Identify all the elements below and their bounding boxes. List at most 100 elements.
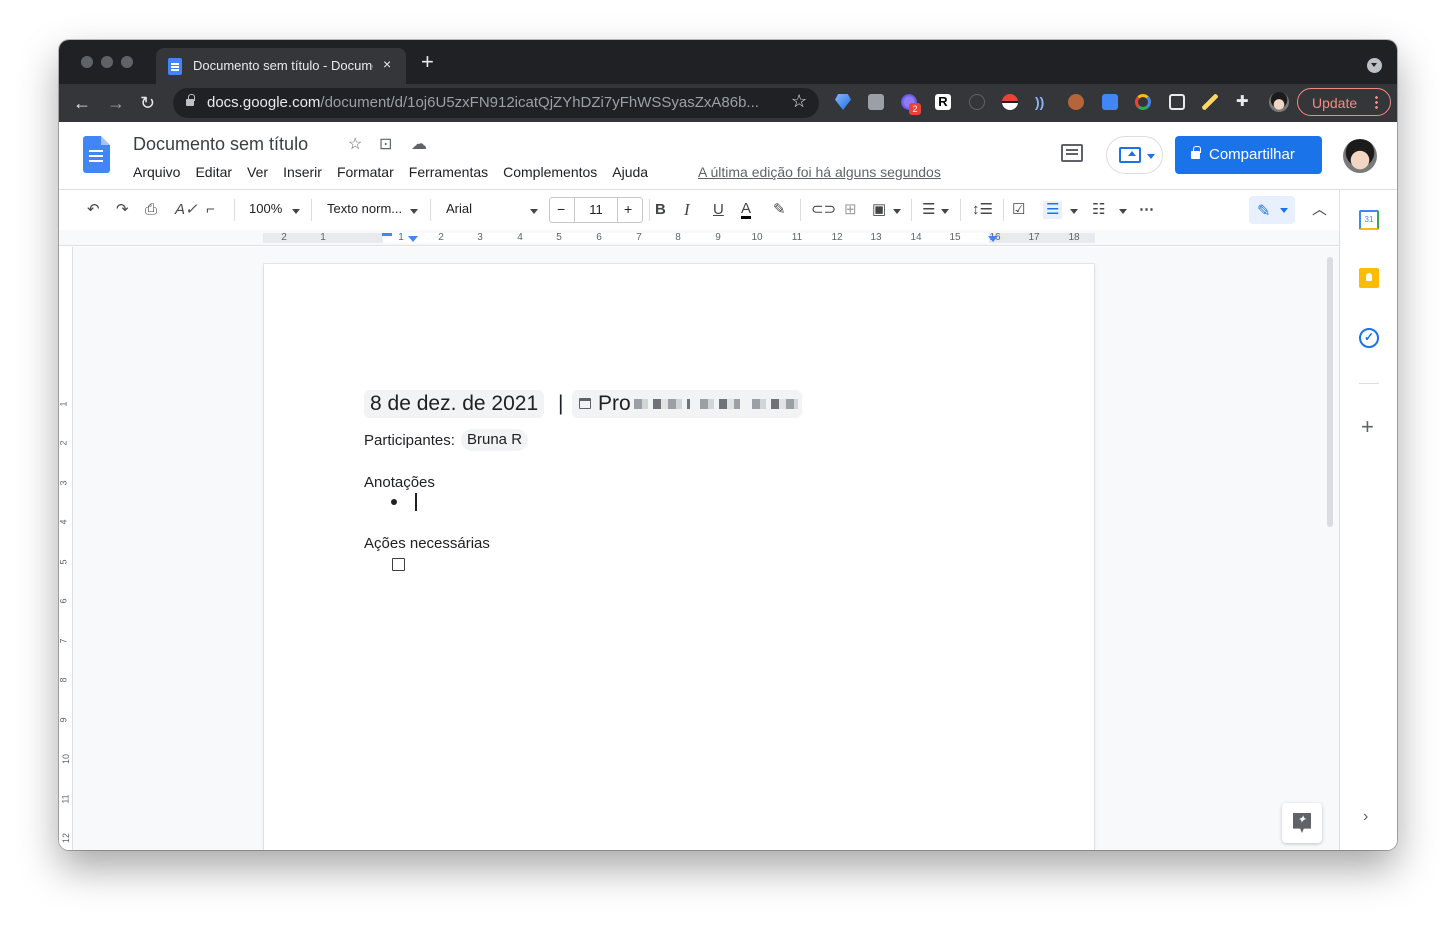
- menu-arquivo[interactable]: Arquivo: [133, 164, 180, 180]
- browser-window: Documento sem título - Documentos Google…: [59, 40, 1397, 850]
- document-title[interactable]: Documento sem título: [133, 134, 308, 155]
- date-chip[interactable]: 8 de dez. de 2021: [364, 390, 545, 418]
- vruler-number: 9: [59, 717, 69, 723]
- more-options-icon[interactable]: ⋯: [1139, 201, 1154, 219]
- collapse-menus-icon[interactable]: ︿: [1312, 201, 1327, 219]
- color-extension-icon[interactable]: [1135, 94, 1151, 110]
- new-tab-button[interactable]: +: [421, 51, 434, 73]
- align-left-icon[interactable]: ☰: [922, 201, 935, 219]
- participants-label: Participantes:: [364, 432, 455, 449]
- menu-inserir[interactable]: Inserir: [283, 164, 322, 180]
- increase-font-button[interactable]: +: [624, 201, 632, 217]
- share-button[interactable]: Compartilhar: [1175, 136, 1322, 174]
- more-vertical-icon[interactable]: [1375, 95, 1378, 110]
- info-extension-icon[interactable]: [969, 94, 985, 110]
- person-chip[interactable]: Bruna R: [461, 429, 529, 451]
- checklist-checkbox[interactable]: [392, 558, 405, 571]
- add-comment-icon[interactable]: ⊞: [844, 201, 857, 219]
- vertical-scrollbar[interactable]: [1327, 257, 1333, 527]
- menu-formatar[interactable]: Formatar: [337, 164, 394, 180]
- explore-button[interactable]: [1282, 803, 1322, 843]
- zoom-select[interactable]: 100%: [249, 201, 282, 216]
- first-line-indent-marker[interactable]: [382, 233, 392, 236]
- tab-close-icon[interactable]: ×: [383, 56, 391, 72]
- print-icon[interactable]: ⎙: [145, 201, 157, 219]
- browser-toolbar: ← → ↻ docs.google.com/document/d/1oj6U5z…: [59, 84, 1397, 122]
- minimize-window-button[interactable]: [101, 56, 113, 68]
- bookmark-star-icon[interactable]: ☆: [791, 91, 807, 112]
- vruler-number: 8: [59, 677, 69, 683]
- checklist-icon[interactable]: ☑: [1012, 201, 1025, 219]
- menu-complementos[interactable]: Complementos: [503, 164, 597, 180]
- last-edit-link[interactable]: A última edição foi há alguns segundos: [698, 164, 941, 180]
- bulleted-list-icon[interactable]: ☰: [1043, 201, 1063, 219]
- insert-image-icon[interactable]: ▣: [872, 201, 886, 219]
- line-spacing-icon[interactable]: ↕☰: [972, 201, 993, 219]
- bold-icon[interactable]: B: [655, 201, 666, 219]
- menu-editar[interactable]: Editar: [195, 164, 232, 180]
- calendar-event-chip[interactable]: Pro: [572, 390, 802, 418]
- highlighter-extension-icon[interactable]: [1202, 94, 1218, 110]
- browser-tab[interactable]: Documento sem título - Documentos Google…: [156, 48, 406, 84]
- calendar-app-icon[interactable]: 31: [1359, 210, 1379, 230]
- get-addons-icon[interactable]: +: [1361, 416, 1374, 438]
- r-extension-icon[interactable]: R: [935, 94, 951, 110]
- menu-ajuda[interactable]: Ajuda: [612, 164, 648, 180]
- keep-app-icon[interactable]: [1359, 268, 1379, 288]
- tab-strip: Documento sem título - Documentos Google…: [59, 40, 1397, 84]
- m-extension-icon[interactable]: [868, 94, 884, 110]
- comments-icon[interactable]: [1061, 144, 1083, 162]
- tab-search-icon[interactable]: [1367, 58, 1382, 73]
- undo-icon[interactable]: ↶: [87, 201, 100, 219]
- redo-icon[interactable]: ↷: [116, 201, 129, 219]
- highlight-icon[interactable]: ✎: [773, 201, 786, 219]
- numbered-list-icon[interactable]: ☷: [1092, 201, 1105, 219]
- account-avatar[interactable]: [1343, 139, 1377, 173]
- present-button[interactable]: [1106, 136, 1163, 174]
- document-page[interactable]: 8 de dez. de 2021 | Pro Participantes: B…: [264, 264, 1094, 850]
- monkey-extension-icon[interactable]: [1068, 94, 1084, 110]
- reload-icon[interactable]: ↻: [140, 93, 155, 113]
- address-bar[interactable]: docs.google.com/document/d/1oj6U5zxFN912…: [173, 88, 819, 118]
- profile-avatar[interactable]: [1269, 92, 1289, 112]
- font-select[interactable]: Arial: [446, 201, 472, 216]
- left-indent-marker[interactable]: [408, 236, 418, 247]
- paint-format-icon[interactable]: ⌐: [206, 201, 215, 219]
- menu-ferramentas[interactable]: Ferramentas: [409, 164, 488, 180]
- link-icon[interactable]: ⊂⊃: [811, 201, 836, 219]
- star-icon[interactable]: ☆: [348, 134, 362, 154]
- move-folder-icon[interactable]: ⊡: [379, 134, 392, 154]
- sparkle-extension-icon[interactable]: 2: [901, 94, 921, 115]
- update-button[interactable]: Update: [1297, 88, 1391, 116]
- ruler-number: 18: [1068, 232, 1080, 243]
- expand-panel-icon[interactable]: ›: [1363, 808, 1368, 826]
- docs-logo-icon[interactable]: [83, 136, 110, 173]
- gem-extension-icon[interactable]: [835, 94, 851, 110]
- ruler-number: 8: [675, 232, 681, 243]
- spellcheck-icon[interactable]: A✓: [175, 201, 198, 219]
- pokeball-extension-icon[interactable]: [1002, 94, 1018, 110]
- wave-extension-icon[interactable]: )): [1035, 94, 1051, 110]
- style-caret-icon: [410, 209, 418, 218]
- right-indent-marker[interactable]: [988, 236, 998, 247]
- maximize-window-button[interactable]: [121, 56, 133, 68]
- close-window-button[interactable]: [81, 56, 93, 68]
- style-select[interactable]: Texto norm...: [327, 201, 402, 216]
- editing-mode-button[interactable]: ✎: [1249, 196, 1295, 224]
- decrease-font-button[interactable]: −: [557, 201, 565, 217]
- back-arrow-icon[interactable]: ←: [73, 93, 91, 113]
- forward-arrow-icon[interactable]: →: [107, 93, 125, 113]
- italic-icon[interactable]: I: [684, 201, 690, 219]
- edit-extension-icon[interactable]: [1169, 94, 1185, 110]
- font-size-input[interactable]: 11: [574, 198, 618, 222]
- menu-ver[interactable]: Ver: [247, 164, 268, 180]
- tasks-app-icon[interactable]: ✓: [1359, 328, 1379, 348]
- chevron-down-icon: [1280, 208, 1288, 217]
- puzzle-extensions-icon[interactable]: ✚: [1236, 94, 1252, 110]
- ruler-number: 5: [556, 232, 562, 243]
- cloud-saved-icon[interactable]: ☁: [411, 134, 427, 154]
- actions-heading: Ações necessárias: [364, 535, 490, 552]
- underline-icon[interactable]: U: [713, 201, 724, 219]
- text-color-icon[interactable]: A: [741, 201, 752, 219]
- translate-extension-icon[interactable]: [1102, 94, 1118, 110]
